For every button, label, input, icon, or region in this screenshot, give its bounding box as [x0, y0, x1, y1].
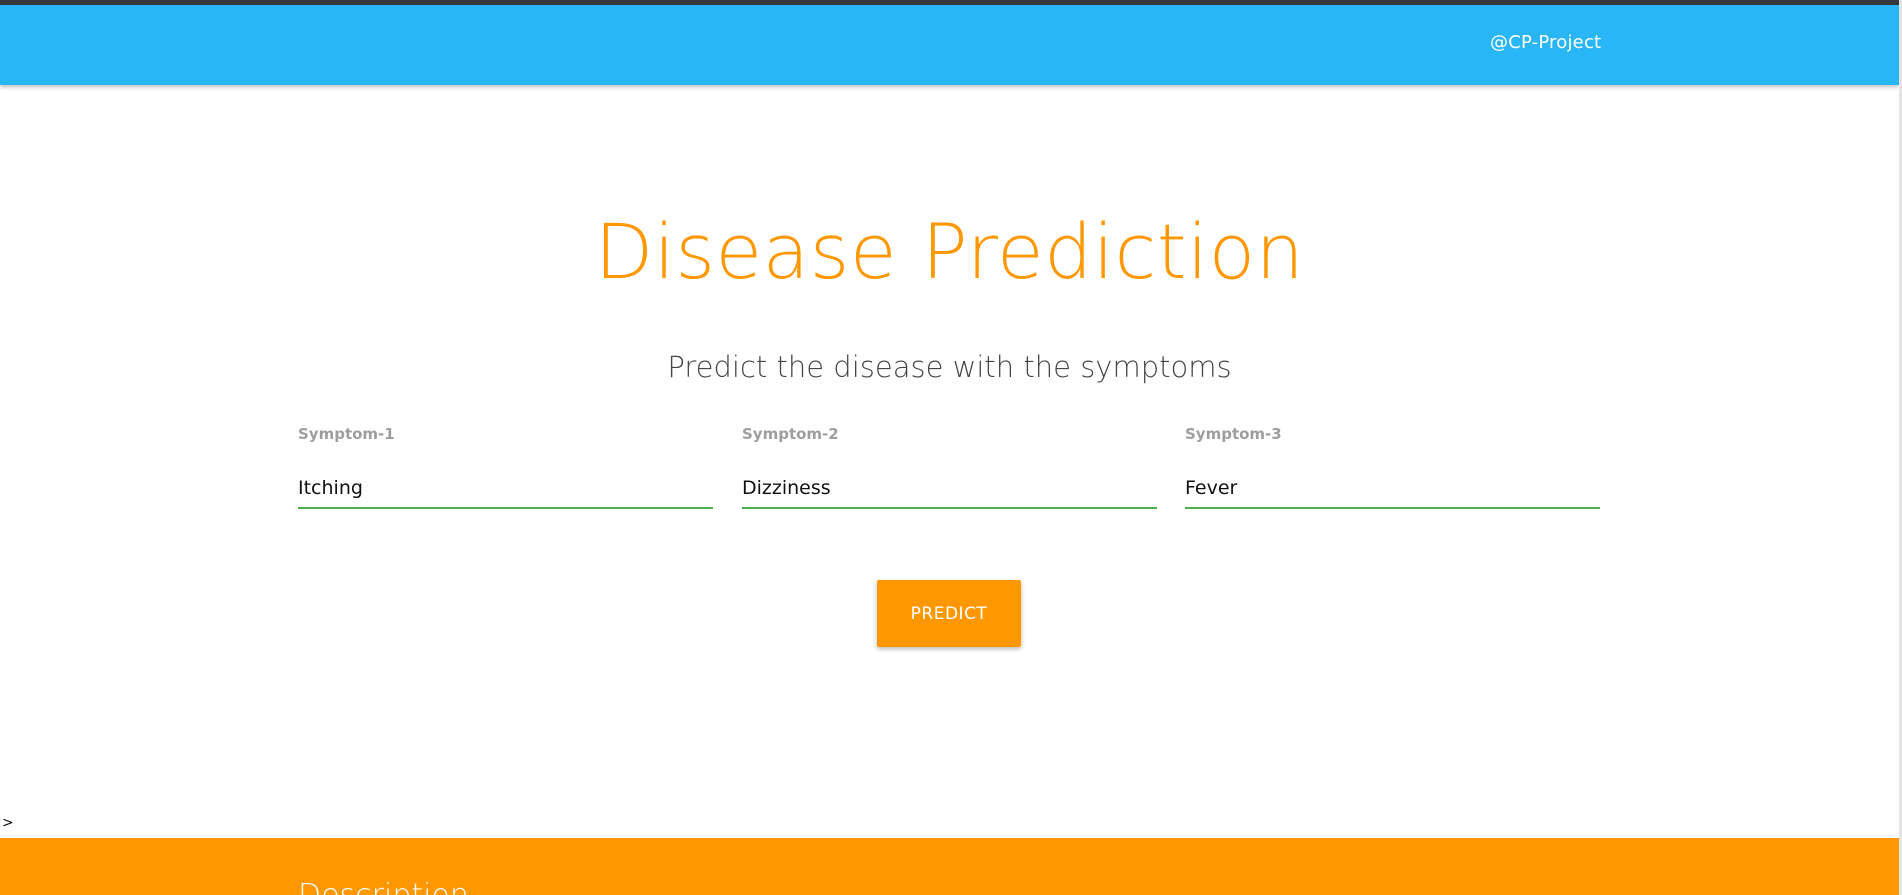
description-heading: Description [298, 878, 469, 895]
symptom-1-label: Symptom-1 [298, 425, 395, 443]
description-section: Description [0, 838, 1899, 895]
symptom-2-field: Symptom-2 [742, 425, 1157, 529]
navbar: @CP-Project [0, 5, 1899, 85]
symptom-1-field: Symptom-1 [298, 425, 713, 529]
page-subtitle: Predict the disease with the symptoms [667, 350, 1232, 384]
page-title: Disease Prediction [594, 207, 1305, 296]
symptom-3-input[interactable] [1185, 469, 1600, 509]
predict-button[interactable]: PREDICT [877, 580, 1021, 647]
symptom-3-field: Symptom-3 [1185, 425, 1600, 529]
nav-brand-link[interactable]: @CP-Project [1490, 32, 1601, 53]
symptom-2-label: Symptom-2 [742, 425, 839, 443]
symptom-3-label: Symptom-3 [1185, 425, 1282, 443]
symptom-1-input[interactable] [298, 469, 713, 509]
stray-text: > [2, 815, 14, 831]
symptom-2-input[interactable] [742, 469, 1157, 509]
